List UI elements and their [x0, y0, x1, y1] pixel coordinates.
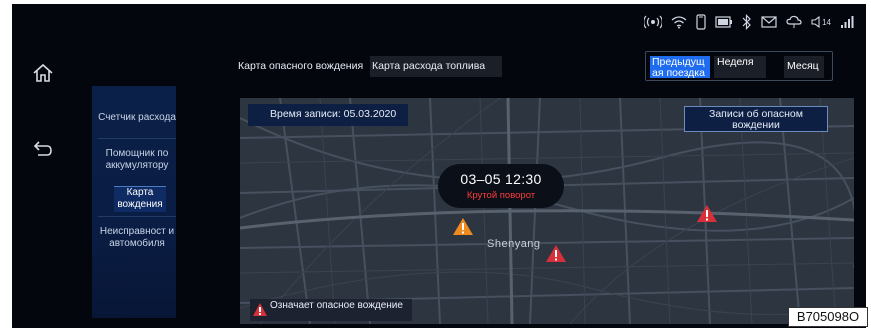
menu-item-label: Счетчик расхода: [98, 112, 176, 123]
volume-value: 14: [822, 17, 831, 27]
driving-map[interactable]: Время записи: 05.03.2020 Записи об опасн…: [240, 98, 854, 324]
map-legend: Означает опасное вождение: [250, 299, 412, 321]
menu-item-battery-assistant[interactable]: Помощник по аккумулятору: [98, 148, 176, 174]
event-time: 03–05 12:30: [460, 171, 542, 187]
period-week-button[interactable]: Неделя: [714, 56, 766, 78]
danger-legend-icon: [253, 303, 267, 316]
tab-danger-map[interactable]: Карта опасного вождения: [236, 56, 368, 77]
event-bubble: 03–05 12:30 Крутой поворот: [438, 164, 564, 208]
danger-records-button[interactable]: Записи об опасном вождении: [684, 106, 828, 132]
period-selector: Предыдущ ая поездка Неделя Месяц: [645, 51, 833, 81]
menu-divider: [98, 138, 176, 139]
menu-item-label: Карта вождения: [117, 187, 163, 210]
status-bar: 14: [644, 12, 856, 32]
menu-item-vehicle-faults[interactable]: Неисправност и автомобиля: [98, 226, 176, 252]
volume-icon: 14: [811, 16, 831, 28]
cloud-icon: [786, 15, 802, 29]
legend-text: Означает опасное вождение: [270, 300, 403, 311]
menu-item-driving-map[interactable]: Карта вождения: [114, 186, 166, 212]
menu-item-consumption-counter[interactable]: Счетчик расхода: [98, 112, 176, 138]
period-month-button[interactable]: Месяц: [784, 56, 824, 78]
side-menu: Счетчик расхода Помощник по аккумулятору…: [92, 86, 176, 318]
signal-icon: [840, 15, 856, 29]
wifi-icon: [671, 15, 687, 29]
left-rail: [12, 32, 76, 322]
back-button[interactable]: [26, 132, 60, 166]
battery-icon: [715, 16, 733, 28]
hotspot-icon: [644, 15, 663, 29]
event-type: Крутой поворот: [466, 190, 536, 201]
tab-fuel-map[interactable]: Карта расхода топлива: [370, 56, 502, 77]
menu-divider: [98, 216, 176, 217]
figure-code: B705098O: [788, 307, 868, 327]
menu-item-label: Неисправност и автомобиля: [99, 226, 175, 249]
home-icon: [33, 63, 53, 82]
period-last-trip-button[interactable]: Предыдущ ая поездка: [650, 56, 710, 78]
back-icon: [33, 141, 52, 156]
menu-item-label: Помощник по аккумулятору: [105, 148, 169, 171]
home-button[interactable]: [26, 56, 60, 90]
bluetooth-icon: [742, 14, 752, 30]
record-time-label: Время записи: 05.03.2020: [248, 104, 408, 126]
city-label: Shenyang: [487, 238, 541, 250]
mail-icon: [761, 16, 777, 28]
car-head-unit-screen: 14 Счетчик расхода Помощник по аккумулят…: [12, 4, 866, 328]
phone-icon: [696, 14, 706, 30]
